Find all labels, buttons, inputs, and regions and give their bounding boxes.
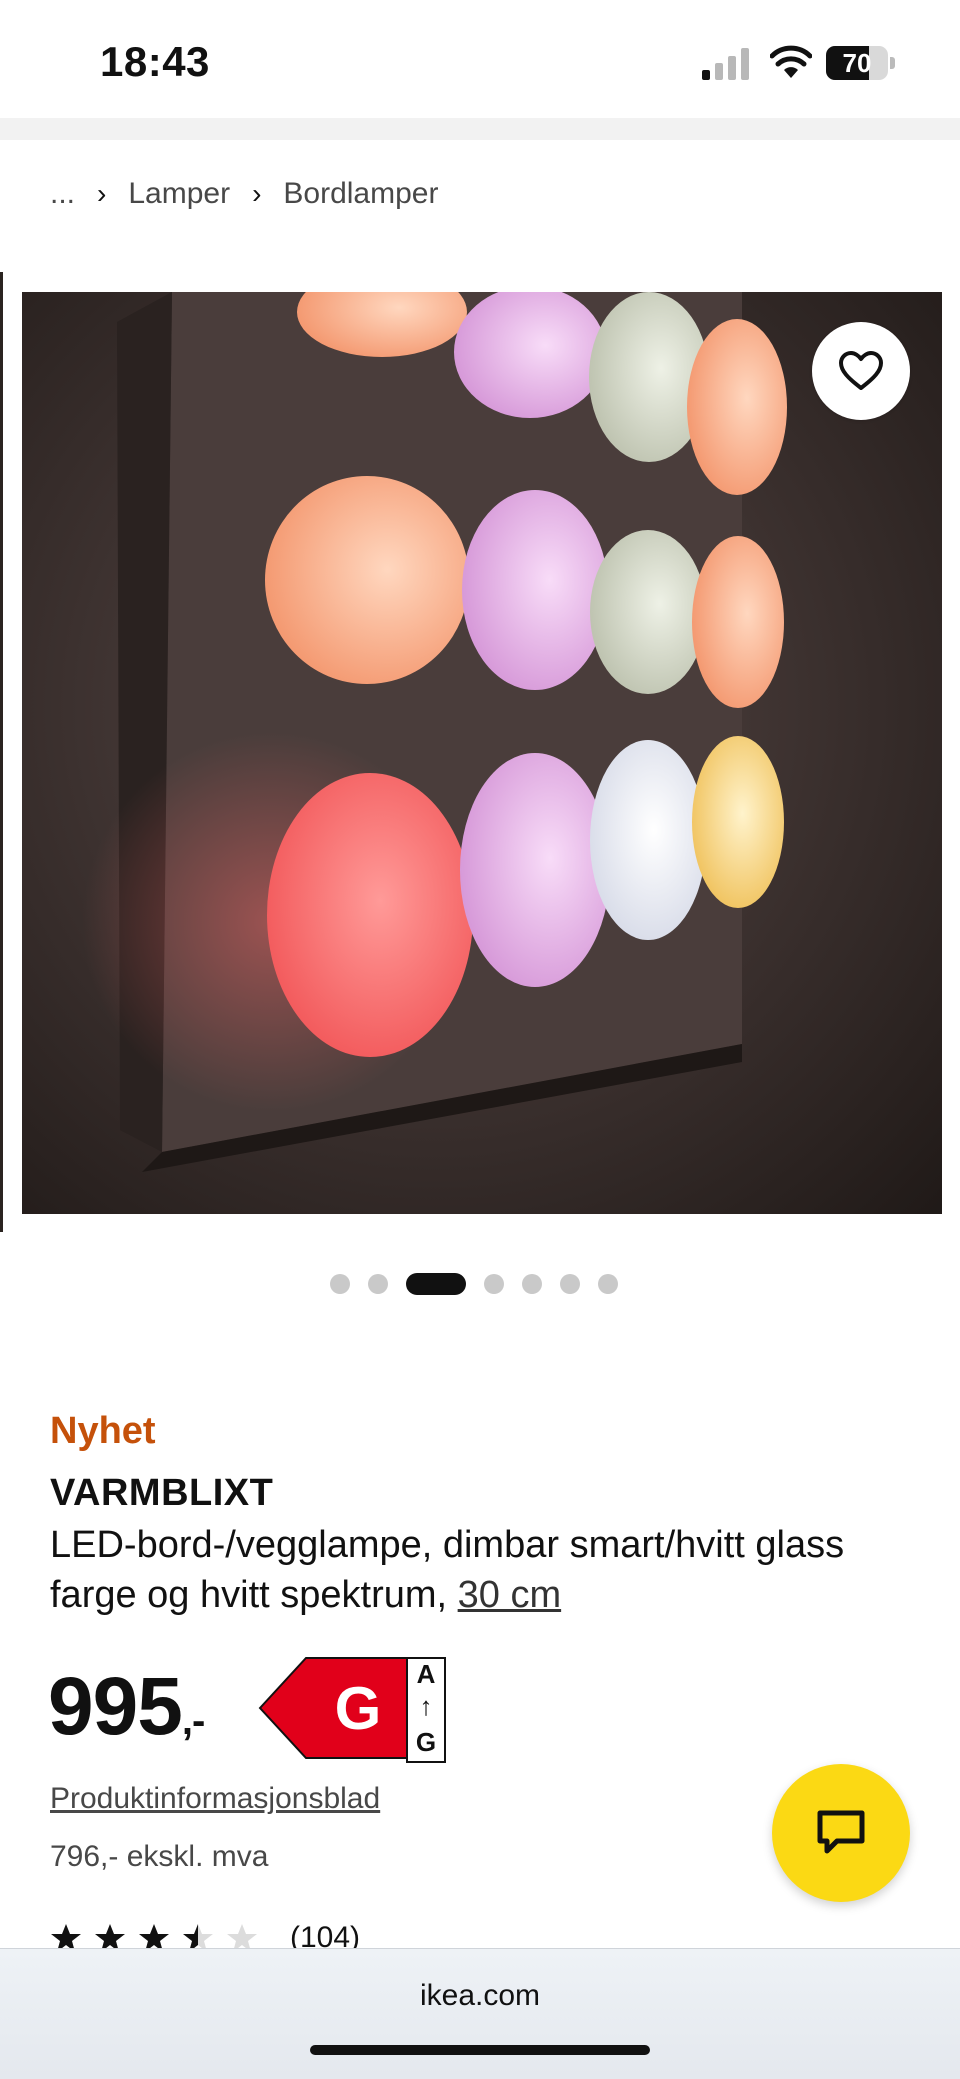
new-badge: Nyhet	[50, 1410, 156, 1452]
gallery-dot[interactable]	[560, 1274, 580, 1294]
gallery-dot[interactable]	[330, 1274, 350, 1294]
breadcrumb-ellipsis[interactable]: ...	[50, 177, 75, 211]
gallery-dot[interactable]	[368, 1274, 388, 1294]
gallery-dot[interactable]	[522, 1274, 542, 1294]
battery-percent: 70	[842, 48, 872, 78]
status-time: 18:43	[100, 38, 210, 85]
price-value: 995	[48, 1661, 183, 1752]
heart-icon	[839, 351, 883, 390]
cellular-signal-icon	[702, 48, 749, 80]
product-info-sheet-link[interactable]: Produktinformasjonsblad	[50, 1782, 380, 1816]
breadcrumb-item-bordlamper[interactable]: Bordlamper	[283, 177, 438, 211]
energy-label[interactable]: G A ↑ G	[258, 1656, 446, 1763]
status-bar: 18:43 70	[0, 0, 960, 118]
chevron-right-icon: ›	[97, 178, 107, 209]
chevron-right-icon: ›	[252, 178, 262, 209]
breadcrumb: ... › Lamper › Bordlamper	[50, 170, 438, 218]
product-image[interactable]	[22, 292, 942, 1214]
wifi-icon	[770, 45, 812, 78]
favorite-button[interactable]	[812, 322, 910, 420]
url-bar[interactable]: ikea.com	[0, 1979, 960, 2013]
gallery-dot[interactable]	[598, 1274, 618, 1294]
product-description: LED-bord-/vegglampe, dimbar smart/hvitt …	[50, 1520, 870, 1620]
energy-class: G	[334, 1675, 382, 1742]
energy-scale: A ↑ G	[406, 1657, 446, 1763]
gallery-dot[interactable]	[484, 1274, 504, 1294]
breadcrumb-item-lamper[interactable]: Lamper	[128, 177, 230, 211]
size-link[interactable]: 30 cm	[458, 1574, 561, 1616]
browser-bar: ikea.com	[0, 1948, 960, 2079]
energy-scale-bottom: G	[415, 1727, 437, 1757]
chat-button[interactable]	[772, 1764, 910, 1902]
price-ex-vat: 796,- ekskl. mva	[50, 1840, 269, 1873]
header-divider	[0, 118, 960, 140]
gallery-dot[interactable]	[406, 1273, 466, 1295]
energy-scale-top: A	[416, 1659, 436, 1689]
price: 995,-	[48, 1660, 205, 1754]
previous-image-edge	[0, 272, 3, 1232]
home-indicator[interactable]	[310, 2045, 650, 2055]
product-name: VARMBLIXT	[50, 1472, 274, 1514]
product-photo	[22, 292, 942, 1214]
arrow-up-icon: ↑	[419, 1691, 433, 1721]
battery-indicator: 70	[826, 46, 896, 80]
product-description-text: LED-bord-/vegglampe, dimbar smart/hvitt …	[50, 1524, 845, 1616]
price-suffix: ,-	[181, 1699, 205, 1743]
chat-icon	[817, 1810, 865, 1854]
